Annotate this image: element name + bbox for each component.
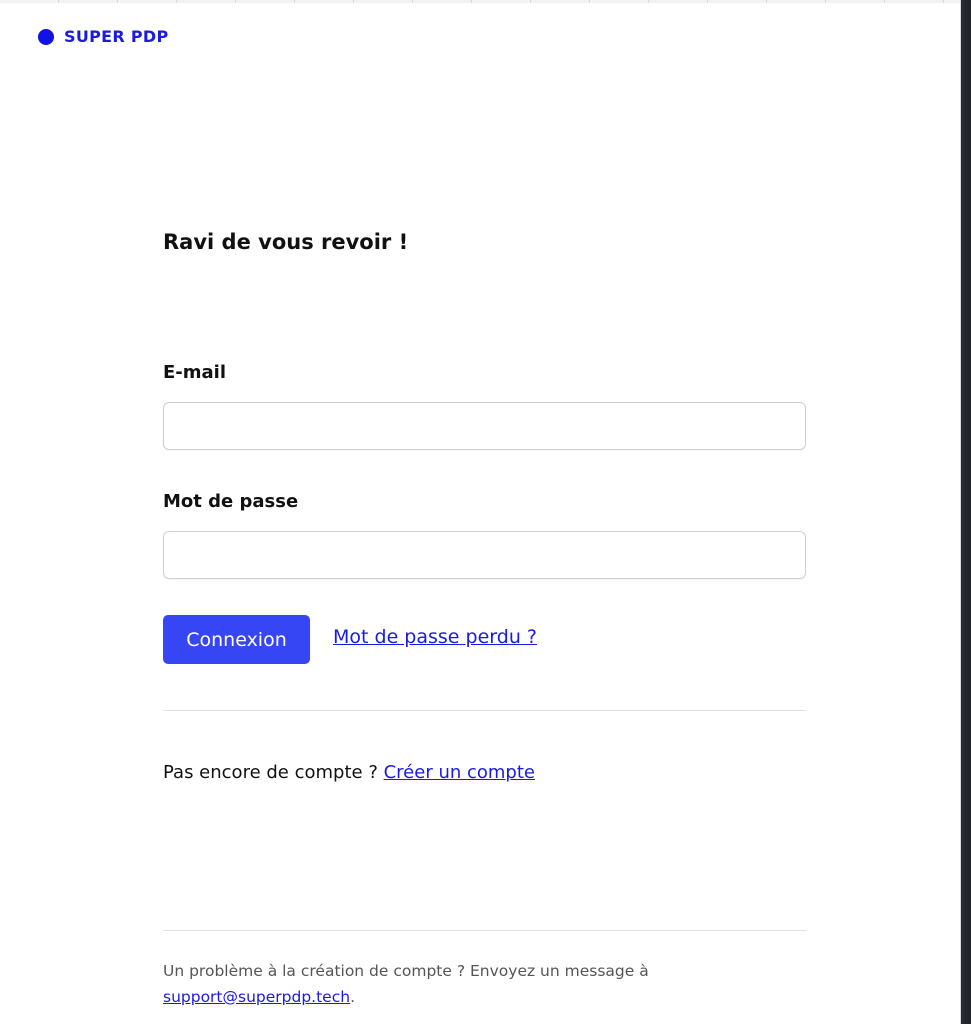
window-edge <box>960 0 971 1024</box>
create-account-link[interactable]: Créer un compte <box>384 762 535 783</box>
brand-name: SUPER PDP <box>64 27 169 46</box>
help-message: Un problème à la création de compte ? En… <box>163 962 649 980</box>
brand-logo-link[interactable]: SUPER PDP <box>38 27 169 46</box>
brand-dot-icon <box>38 28 54 45</box>
forgot-password-link[interactable]: Mot de passe perdu ? <box>333 626 537 648</box>
support-email-link[interactable]: support@superpdp.tech <box>163 988 350 1006</box>
signup-prompt-text: Pas encore de compte ? <box>163 762 378 783</box>
support-help-text: Un problème à la création de compte ? En… <box>163 958 806 1010</box>
divider <box>163 710 806 711</box>
signup-prompt: Pas encore de compte ? Créer un compte <box>163 762 535 783</box>
email-label: E-mail <box>163 362 227 383</box>
divider <box>163 930 806 931</box>
login-page: SUPER PDP Ravi de vous revoir ! E-mail M… <box>0 0 960 1024</box>
password-label: Mot de passe <box>163 491 299 512</box>
help-suffix: . <box>350 988 355 1006</box>
password-input[interactable] <box>163 531 806 579</box>
login-button[interactable]: Connexion <box>163 615 310 664</box>
page-title: Ravi de vous revoir ! <box>163 230 409 254</box>
email-input[interactable] <box>163 402 806 450</box>
